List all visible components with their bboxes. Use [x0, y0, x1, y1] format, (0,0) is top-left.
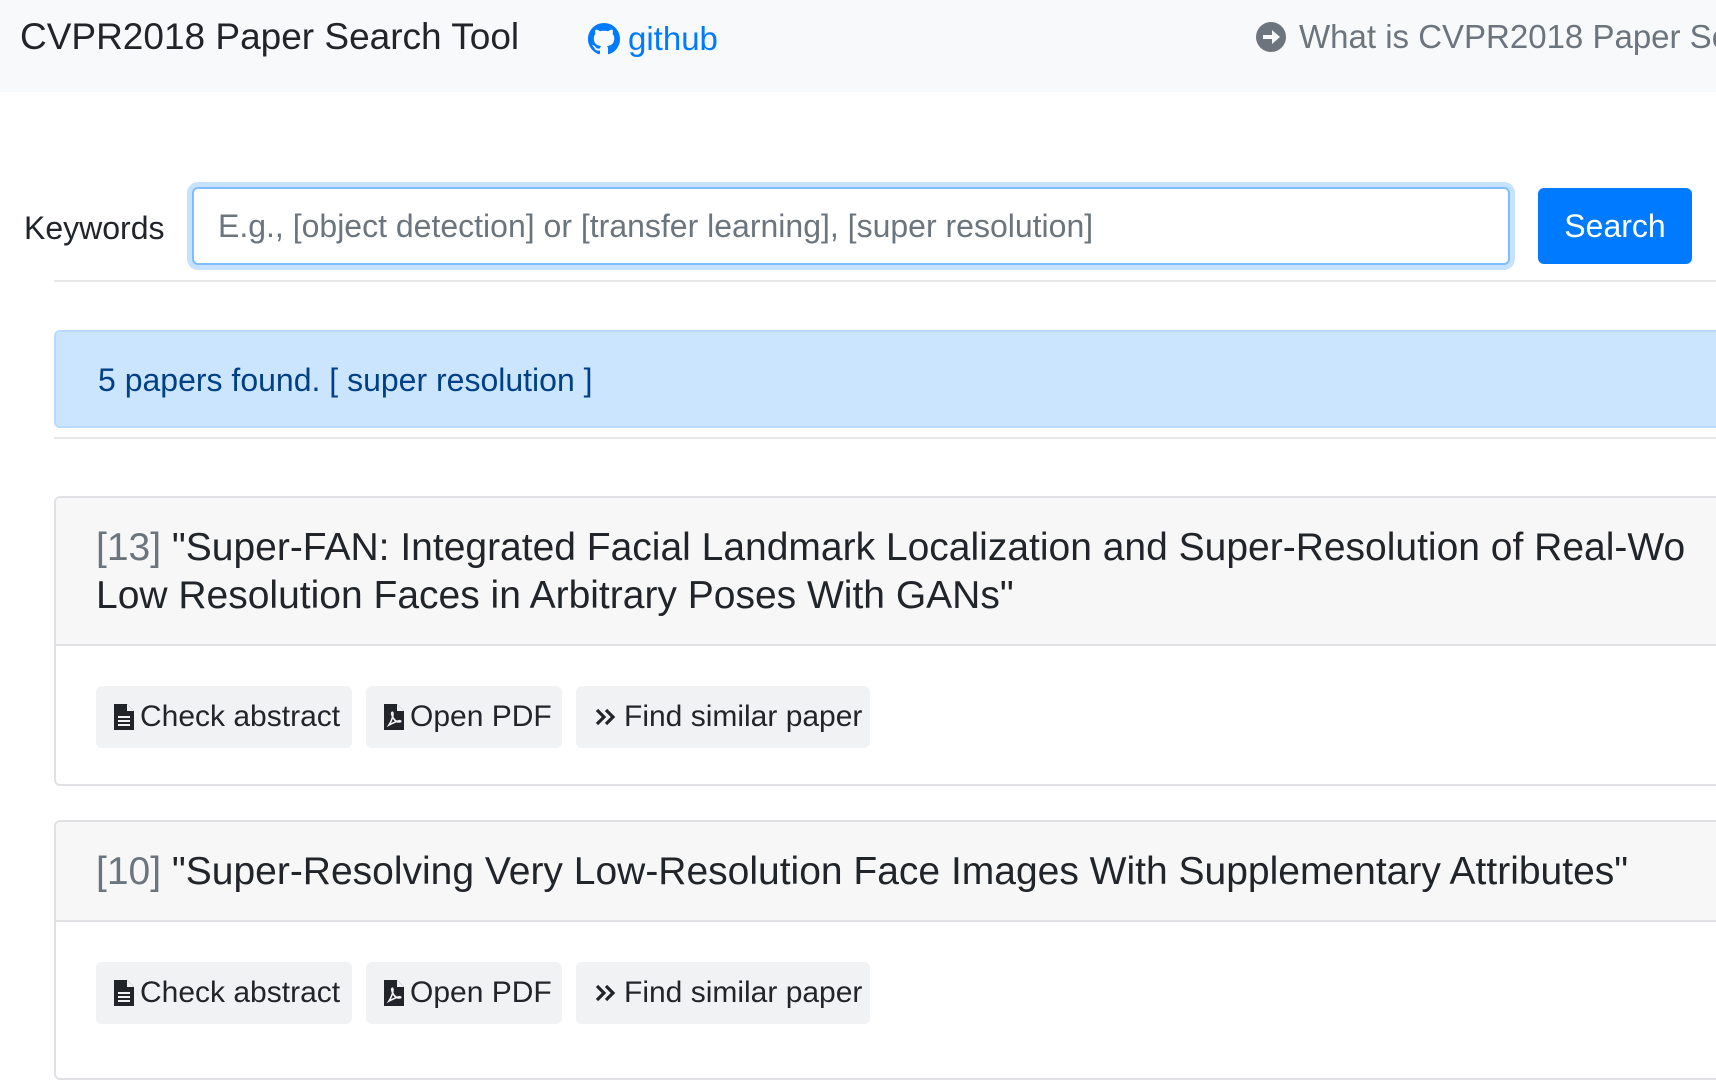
results-summary-text: 5 papers found. [ super resolution ] [98, 362, 593, 398]
paper-title[interactable]: [13] "Super-FAN: Integrated Facial Landm… [56, 498, 1716, 646]
check-abstract-button[interactable]: Check abstract [96, 962, 352, 1024]
github-link[interactable]: github [588, 18, 718, 60]
search-button[interactable]: Search [1538, 188, 1692, 264]
file-pdf-icon [384, 979, 404, 1007]
paper-number: [13] [96, 526, 162, 569]
github-icon [588, 23, 620, 55]
paper-card: [13] "Super-FAN: Integrated Facial Landm… [54, 496, 1716, 786]
find-similar-button[interactable]: Find similar paper [576, 686, 870, 748]
find-similar-label: Find similar paper [624, 700, 863, 733]
paper-title-line: "Super-Resolving Very Low-Resolution Fac… [171, 850, 1629, 893]
find-similar-label: Find similar paper [624, 976, 863, 1009]
find-similar-button[interactable]: Find similar paper [576, 962, 870, 1024]
results-summary-alert: 5 papers found. [ super resolution ] [54, 330, 1716, 428]
check-abstract-button[interactable]: Check abstract [96, 686, 352, 748]
divider [54, 280, 1716, 282]
paper-card: [10] "Super-Resolving Very Low-Resolutio… [54, 820, 1716, 1080]
arrow-circle-right-icon [1255, 21, 1287, 53]
paper-title-line: Low Resolution Faces in Arbitrary Poses … [96, 574, 1014, 617]
about-link[interactable]: What is CVPR2018 Paper Sea [1255, 16, 1716, 58]
open-pdf-label: Open PDF [410, 976, 552, 1009]
open-pdf-label: Open PDF [410, 700, 552, 733]
about-label: What is CVPR2018 Paper Sea [1299, 18, 1716, 55]
brand-title[interactable]: CVPR2018 Paper Search Tool [20, 14, 519, 60]
paper-title[interactable]: [10] "Super-Resolving Very Low-Resolutio… [56, 822, 1716, 922]
search-input[interactable] [192, 187, 1510, 265]
file-pdf-icon [384, 703, 404, 731]
open-pdf-button[interactable]: Open PDF [366, 686, 562, 748]
navbar: CVPR2018 Paper Search Tool github What i… [0, 0, 1716, 92]
open-pdf-button[interactable]: Open PDF [366, 962, 562, 1024]
file-text-icon [114, 979, 134, 1007]
paper-number: [10] [96, 850, 162, 893]
check-abstract-label: Check abstract [140, 700, 341, 733]
double-chevron-right-icon [594, 703, 618, 731]
keywords-label: Keywords [24, 210, 165, 246]
file-text-icon [114, 703, 134, 731]
github-label: github [628, 20, 718, 57]
check-abstract-label: Check abstract [140, 976, 341, 1009]
double-chevron-right-icon [594, 979, 618, 1007]
divider [54, 437, 1716, 439]
paper-title-line: "Super-FAN: Integrated Facial Landmark L… [171, 526, 1686, 569]
